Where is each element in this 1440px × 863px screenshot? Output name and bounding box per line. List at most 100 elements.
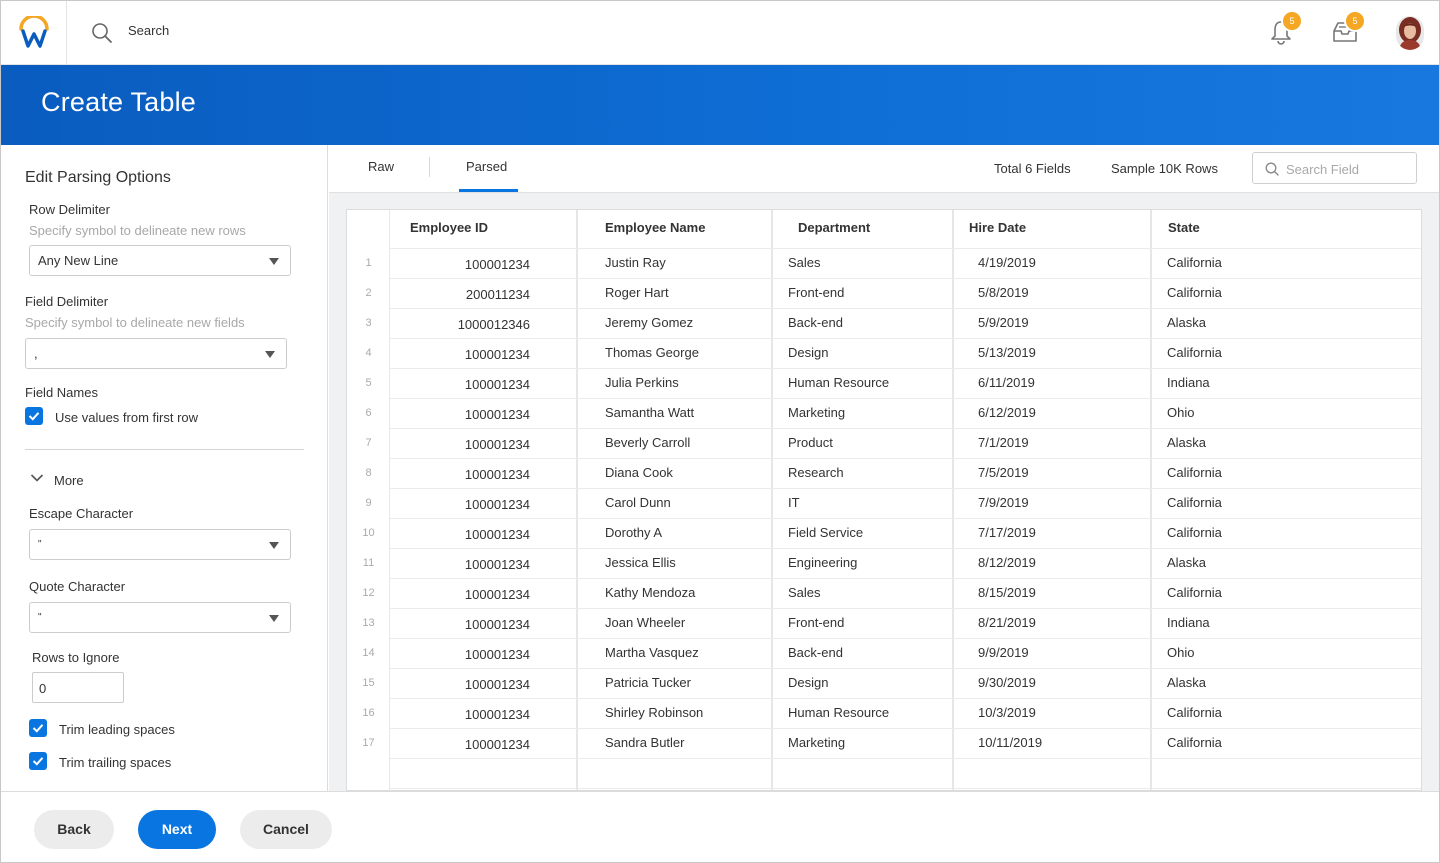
cell-employee-id: 100001234 xyxy=(464,407,530,422)
workday-logo[interactable] xyxy=(1,1,67,65)
column-header-employee-name[interactable]: Employee Name xyxy=(605,220,705,235)
cell-state: Alaska xyxy=(1167,315,1207,330)
cell-department: Sales xyxy=(788,255,821,270)
escape-character-label: Escape Character xyxy=(29,506,134,521)
cell-department: Human Resource xyxy=(788,375,890,390)
column-header-department[interactable]: Department xyxy=(798,220,870,235)
field-delimiter-select[interactable]: , xyxy=(25,338,287,369)
cell-hire-date: 10/3/2019 xyxy=(978,705,1036,720)
cell-employee-name: Julia Perkins xyxy=(605,375,679,390)
cell-employee-name: Diana Cook xyxy=(605,465,673,480)
cell-employee-id: 100001234 xyxy=(464,647,530,662)
cell-state: Alaska xyxy=(1167,435,1207,450)
user-avatar[interactable] xyxy=(1396,16,1424,50)
search-icon[interactable] xyxy=(91,22,113,44)
cell-employee-id: 100001234 xyxy=(464,677,530,692)
cell-hire-date: 5/13/2019 xyxy=(978,345,1036,360)
data-table: Employee ID Employee Name Department Hir… xyxy=(346,209,1422,791)
trim-trailing-label: Trim trailing spaces xyxy=(59,755,172,770)
quote-character-select[interactable]: " xyxy=(29,602,291,633)
row-number: 9 xyxy=(365,497,372,509)
column-header-state[interactable]: State xyxy=(1168,220,1200,235)
chevron-down-icon[interactable] xyxy=(30,473,44,483)
cell-employee-name: Thomas George xyxy=(605,345,699,360)
use-first-row-checkbox[interactable] xyxy=(25,407,43,425)
row-divider xyxy=(390,758,1421,759)
quote-character-label: Quote Character xyxy=(29,579,126,594)
global-search-input[interactable]: Search xyxy=(128,23,169,38)
checkmark-icon xyxy=(32,724,44,733)
cell-state: California xyxy=(1167,255,1222,270)
parsing-options-panel: Edit Parsing Options Row Delimiter Speci… xyxy=(1,145,328,791)
cell-employee-name: Beverly Carroll xyxy=(605,435,691,450)
tabs-bar: Raw Parsed Total 6 Fields Sample 10K Row… xyxy=(329,145,1439,193)
inbox-badge: 5 xyxy=(1346,12,1364,30)
back-button[interactable]: Back xyxy=(34,810,114,849)
column-header-employee-id[interactable]: Employee ID xyxy=(410,220,488,235)
more-toggle[interactable]: More xyxy=(54,473,84,488)
row-number: 8 xyxy=(365,467,372,479)
row-number: 4 xyxy=(365,347,372,359)
rows-to-ignore-value: 0 xyxy=(39,681,47,696)
row-number: 16 xyxy=(362,707,375,719)
cell-department: Research xyxy=(788,465,844,480)
cell-state: Ohio xyxy=(1167,645,1195,660)
avatar-icon xyxy=(1396,16,1424,50)
cell-employee-id: 200011234 xyxy=(465,287,530,302)
column-divider[interactable] xyxy=(771,210,773,790)
trim-leading-label: Trim leading spaces xyxy=(59,722,175,737)
cell-state: California xyxy=(1167,465,1222,480)
cell-employee-id: 100001234 xyxy=(464,707,530,722)
logo-icon xyxy=(19,16,49,48)
tab-raw[interactable]: Raw xyxy=(368,159,394,174)
row-delimiter-select[interactable]: Any New Line xyxy=(29,245,291,276)
row-number: 13 xyxy=(362,617,375,629)
tab-separator xyxy=(429,157,430,177)
row-divider xyxy=(390,518,1421,519)
cell-state: Indiana xyxy=(1167,615,1210,630)
next-button[interactable]: Next xyxy=(138,810,216,849)
column-header-hire-date[interactable]: Hire Date xyxy=(969,220,1026,235)
trim-trailing-checkbox[interactable] xyxy=(29,752,47,770)
column-divider[interactable] xyxy=(576,210,578,790)
cell-employee-name: Jessica Ellis xyxy=(605,555,676,570)
footer-bar: Back Next Cancel xyxy=(1,791,1439,862)
row-number: 12 xyxy=(362,587,375,599)
cell-state: California xyxy=(1167,585,1222,600)
column-divider[interactable] xyxy=(1150,210,1152,790)
row-delimiter-value: Any New Line xyxy=(38,253,119,268)
row-divider xyxy=(390,638,1421,639)
tab-parsed[interactable]: Parsed xyxy=(466,159,507,174)
cell-hire-date: 7/5/2019 xyxy=(978,465,1029,480)
row-divider xyxy=(390,338,1421,339)
row-number: 1 xyxy=(365,257,372,269)
cell-employee-id: 1000012346 xyxy=(457,317,530,332)
rows-to-ignore-input[interactable]: 0 xyxy=(32,672,124,703)
checkmark-icon xyxy=(28,412,40,421)
top-bar: Search 5 5 xyxy=(1,1,1439,65)
trim-leading-checkbox[interactable] xyxy=(29,719,47,737)
field-delimiter-label: Field Delimiter xyxy=(25,294,109,309)
escape-character-select[interactable]: " xyxy=(29,529,291,560)
cell-hire-date: 7/9/2019 xyxy=(978,495,1029,510)
cell-department: IT xyxy=(788,495,800,510)
cell-hire-date: 5/8/2019 xyxy=(978,285,1029,300)
cell-hire-date: 6/12/2019 xyxy=(978,405,1036,420)
row-divider xyxy=(390,548,1421,549)
cell-state: Ohio xyxy=(1167,405,1195,420)
cell-employee-id: 100001234 xyxy=(464,437,530,452)
row-divider xyxy=(390,698,1421,699)
search-field-input[interactable]: Search Field xyxy=(1252,152,1417,184)
cell-state: California xyxy=(1167,705,1222,720)
cell-state: California xyxy=(1167,495,1222,510)
row-divider xyxy=(390,458,1421,459)
cancel-button[interactable]: Cancel xyxy=(240,810,332,849)
cell-state: Alaska xyxy=(1167,675,1207,690)
page-title: Create Table xyxy=(41,87,197,117)
cell-employee-id: 100001234 xyxy=(464,497,530,512)
cell-state: California xyxy=(1167,285,1222,300)
column-divider[interactable] xyxy=(952,210,954,790)
cell-employee-id: 100001234 xyxy=(464,617,530,632)
cell-department: Field Service xyxy=(788,525,864,540)
cell-hire-date: 8/15/2019 xyxy=(978,585,1036,600)
